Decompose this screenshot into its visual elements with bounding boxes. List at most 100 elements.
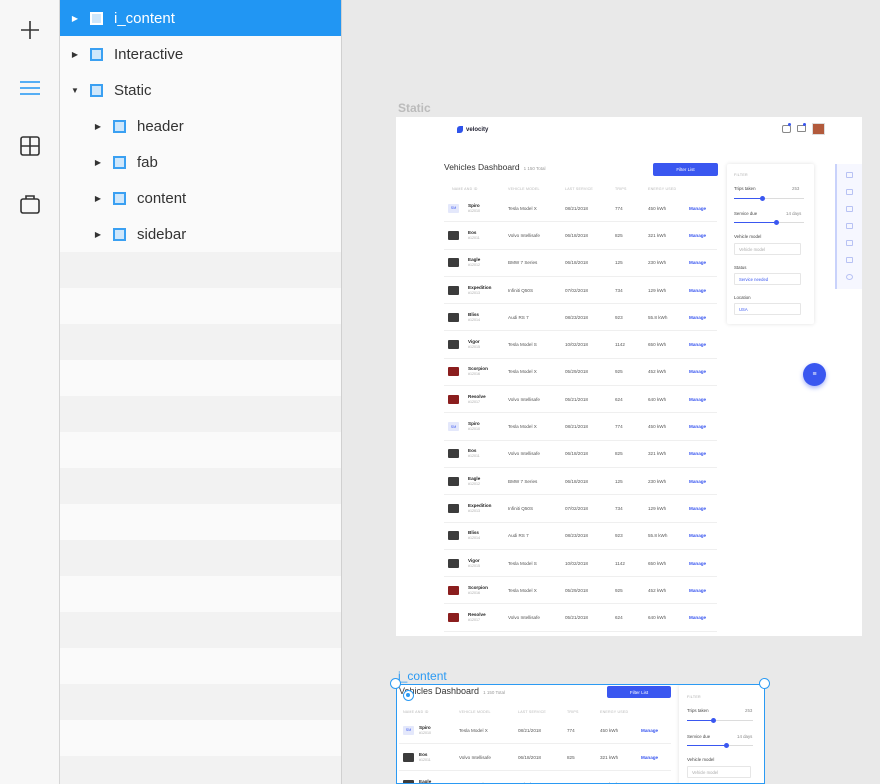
layer-i-content[interactable]: ▶ i_content xyxy=(60,0,341,36)
manage-link[interactable]: Manage xyxy=(689,451,706,456)
table-row[interactable]: Expedition #12013 Infiniti Q50S 07/02/2018 7… xyxy=(444,277,717,305)
artboard-label-static[interactable]: Static xyxy=(398,101,431,115)
caret-right-icon[interactable]: ▶ xyxy=(70,13,80,23)
briefcase-icon[interactable] xyxy=(14,188,46,220)
resize-handle[interactable] xyxy=(390,678,401,689)
manage-link[interactable]: Manage xyxy=(641,728,658,733)
caret-right-icon[interactable]: ▶ xyxy=(70,49,80,59)
table-row[interactable]: SM Spiro #12010 Tesla Model X 08/21/2018 774 4… xyxy=(399,717,671,744)
sidebar-icon[interactable] xyxy=(846,189,853,195)
layer-interactive[interactable]: ▶ Interactive xyxy=(60,36,341,72)
table-row[interactable]: Eagle#12012BMW 7 Series06/18/2018125230 … xyxy=(399,771,671,783)
table-row[interactable]: Eos #12011 Volvo Intellisafe 06/18/2018 825 3… xyxy=(444,222,717,250)
sidebar-icon[interactable] xyxy=(846,274,853,280)
grid-icon[interactable] xyxy=(14,130,46,162)
table-row[interactable]: Eos #12011 Volvo Intellisafe 06/18/2018 825 3… xyxy=(444,441,717,468)
vehicle-name: Scorpion xyxy=(468,584,488,590)
slider-knob[interactable] xyxy=(724,743,730,748)
layers-icon[interactable] xyxy=(14,72,46,104)
column-header[interactable]: NAME AND ID xyxy=(452,187,478,191)
caret-right-icon[interactable]: ▶ xyxy=(93,157,103,167)
table-row[interactable]: Bliss #12014 Audi RS 7 08/23/2018 923 55.8 kW… xyxy=(444,304,717,332)
manage-link[interactable]: Manage xyxy=(689,533,706,538)
table-row[interactable]: Scorpion #12016 Tesla Model X 05/29/2018 925… xyxy=(444,359,717,387)
manage-link[interactable]: Manage xyxy=(689,561,706,566)
table-row[interactable]: Eagle#12012BMW 7 Series06/18/2018125230 … xyxy=(444,250,717,277)
manage-link[interactable]: Manage xyxy=(689,288,706,293)
table-row[interactable]: Expedition #12013 Infiniti Q50S 07/02/2018 7… xyxy=(444,495,717,523)
mail-icon[interactable] xyxy=(797,125,806,132)
manage-link[interactable]: Manage xyxy=(689,260,706,265)
column-header[interactable]: VEHICLE MODEL xyxy=(508,187,540,191)
avatar[interactable] xyxy=(812,123,825,135)
column-header[interactable]: ENERGY USED xyxy=(648,187,676,191)
vehicle-model: Tesla Model X xyxy=(508,587,537,593)
table-row[interactable]: Eos #12011 Volvo Intellisafe 06/18/2018 825 3… xyxy=(399,744,671,771)
caret-right-icon[interactable]: ▶ xyxy=(93,121,103,131)
column-header[interactable]: LAST SERVICE xyxy=(518,710,546,714)
column-header[interactable]: NAME AND ID xyxy=(403,710,429,714)
filter-list-button[interactable]: Filter List xyxy=(607,686,671,698)
manage-link[interactable]: Manage xyxy=(689,206,706,211)
service-slider[interactable] xyxy=(687,743,753,748)
table-row[interactable]: Resolve #12017 Volvo Intellisafe 05/21/2018… xyxy=(444,605,717,632)
layer-sidebar[interactable]: ▶ sidebar xyxy=(60,216,341,252)
caret-down-icon[interactable]: ▼ xyxy=(70,85,80,95)
static-artboard[interactable]: velocity Vehicles Dashboard 1 150 Total F… xyxy=(396,117,862,636)
layer-static[interactable]: ▼ Static xyxy=(60,72,341,108)
caret-right-icon[interactable]: ▶ xyxy=(93,229,103,239)
table-row[interactable]: Eagle#12012BMW 7 Series06/18/2018125230 … xyxy=(444,468,717,496)
column-header[interactable]: LAST SERVICE xyxy=(565,187,593,191)
vehicle-model-input[interactable]: Vehicle model xyxy=(687,766,751,778)
table-row[interactable]: SM Spiro #12010 Tesla Model X 08/21/2018 774 4… xyxy=(444,413,717,441)
manage-link[interactable]: Manage xyxy=(689,588,706,593)
table-row[interactable]: Resolve #12017 Volvo Intellisafe 05/21/2018… xyxy=(444,386,717,414)
layer-fab[interactable]: ▶ fab xyxy=(60,144,341,180)
sidebar-icon[interactable] xyxy=(846,206,853,212)
sidebar-icon[interactable] xyxy=(846,172,853,178)
bell-icon[interactable] xyxy=(782,125,791,133)
resize-handle[interactable] xyxy=(759,678,770,689)
slider-knob[interactable] xyxy=(773,220,779,225)
manage-link[interactable]: Manage xyxy=(689,342,706,347)
slider-knob[interactable] xyxy=(759,196,765,201)
trips-slider[interactable] xyxy=(687,718,753,723)
sidebar-icon[interactable] xyxy=(846,257,853,263)
table-row[interactable]: SM Spiro #12010 Tesla Model X 08/21/2018 774 4… xyxy=(444,195,717,223)
slider-knob[interactable] xyxy=(710,718,716,723)
vehicle-model-input[interactable]: Vehicle model xyxy=(734,243,801,255)
table-row[interactable]: Bliss #12014 Audi RS 7 08/23/2018 923 55.8 kW… xyxy=(444,523,717,550)
manage-link[interactable]: Manage xyxy=(689,233,706,238)
manage-link[interactable]: Manage xyxy=(689,506,706,511)
origin-handle[interactable] xyxy=(403,690,414,701)
column-header[interactable]: TRIPS xyxy=(567,710,579,714)
sidebar-icon[interactable] xyxy=(846,223,853,229)
manage-link[interactable]: Manage xyxy=(689,315,706,320)
layer-content[interactable]: ▶ content xyxy=(60,180,341,216)
manage-link[interactable]: Manage xyxy=(689,615,706,620)
filter-list-button[interactable]: Filter List xyxy=(653,163,718,176)
caret-right-icon[interactable]: ▶ xyxy=(93,193,103,203)
table-row[interactable]: Vigor #12015 Tesla Model S 10/02/2018 1142 65… xyxy=(444,550,717,578)
brand-name: velocity xyxy=(466,126,489,133)
manage-link[interactable]: Manage xyxy=(689,397,706,402)
table-row[interactable]: Vigor #12015 Tesla Model S 10/02/2018 1142 65… xyxy=(444,332,717,359)
manage-link[interactable]: Manage xyxy=(641,755,658,760)
sidebar-icon[interactable] xyxy=(846,240,853,246)
manage-link[interactable]: Manage xyxy=(689,424,706,429)
manage-link[interactable]: Manage xyxy=(689,369,706,374)
status-select[interactable]: Service needed xyxy=(734,273,801,285)
table-row[interactable]: Scorpion #12016 Tesla Model X 05/29/2018 925… xyxy=(444,577,717,605)
plus-icon[interactable] xyxy=(14,14,46,46)
manage-link[interactable]: Manage xyxy=(689,479,706,484)
service-slider[interactable] xyxy=(734,220,804,225)
i-content-artboard[interactable]: Vehicles Dashboard 1 150 Total Filter Lis… xyxy=(396,684,765,784)
column-header[interactable]: TRIPS xyxy=(615,187,627,191)
column-header[interactable]: ENERGY USED xyxy=(600,710,628,714)
fab-button[interactable]: ≡ xyxy=(803,363,826,386)
trips-slider[interactable] xyxy=(734,196,804,201)
artboard-label-i-content[interactable]: i_content xyxy=(398,669,447,683)
location-select[interactable]: USA xyxy=(734,303,801,315)
column-header[interactable]: VEHICLE MODEL xyxy=(459,710,491,714)
layer-header[interactable]: ▶ header xyxy=(60,108,341,144)
